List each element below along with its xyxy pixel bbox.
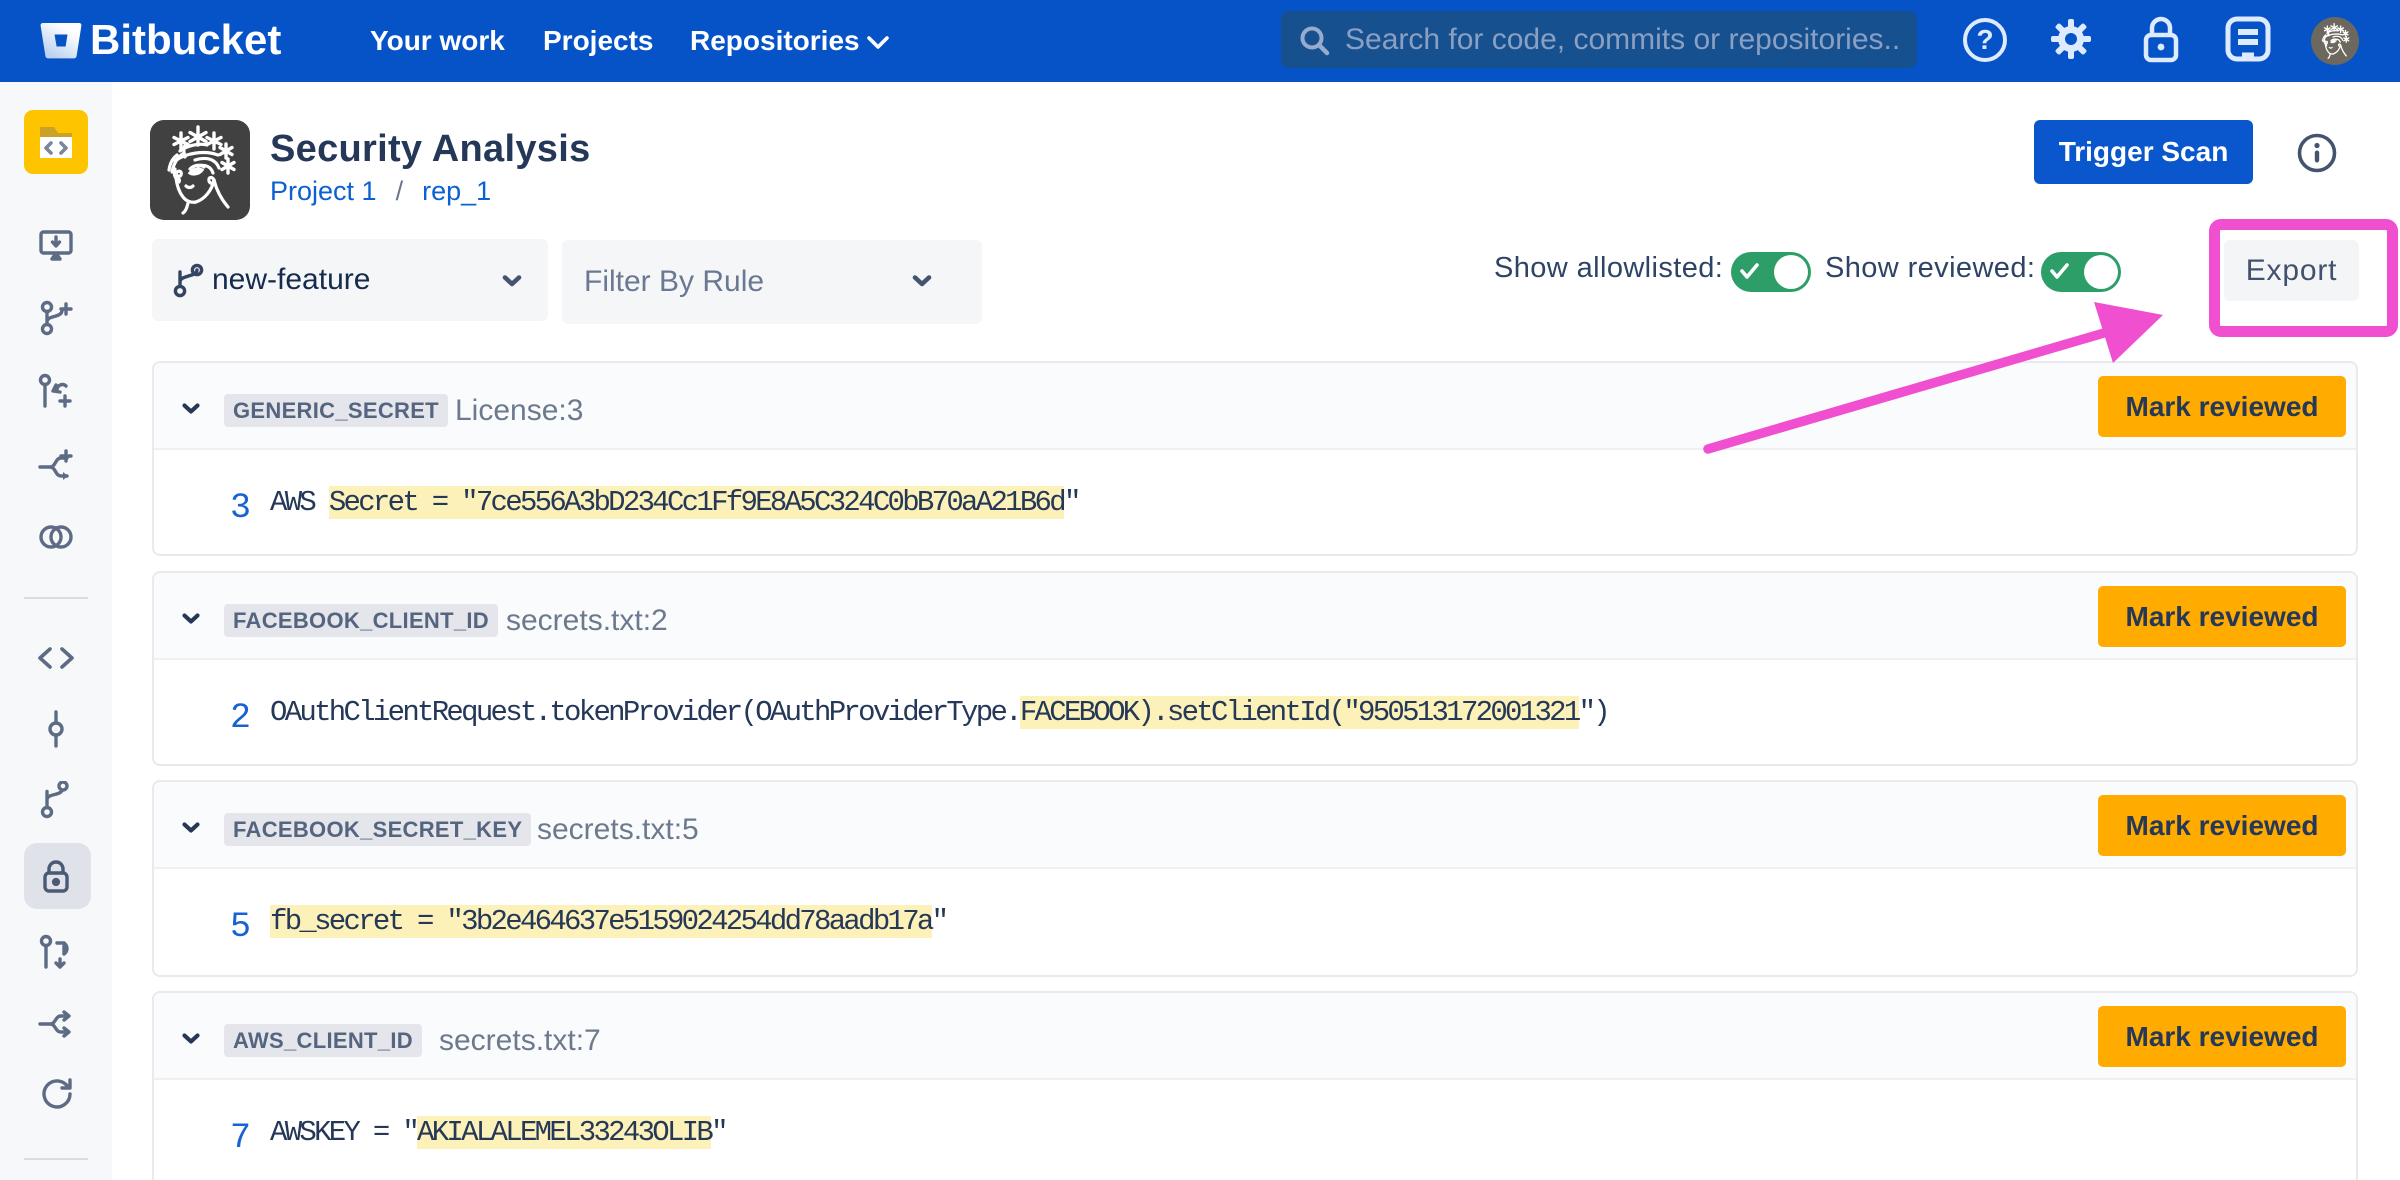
svg-text:?: ? bbox=[1976, 24, 1993, 55]
